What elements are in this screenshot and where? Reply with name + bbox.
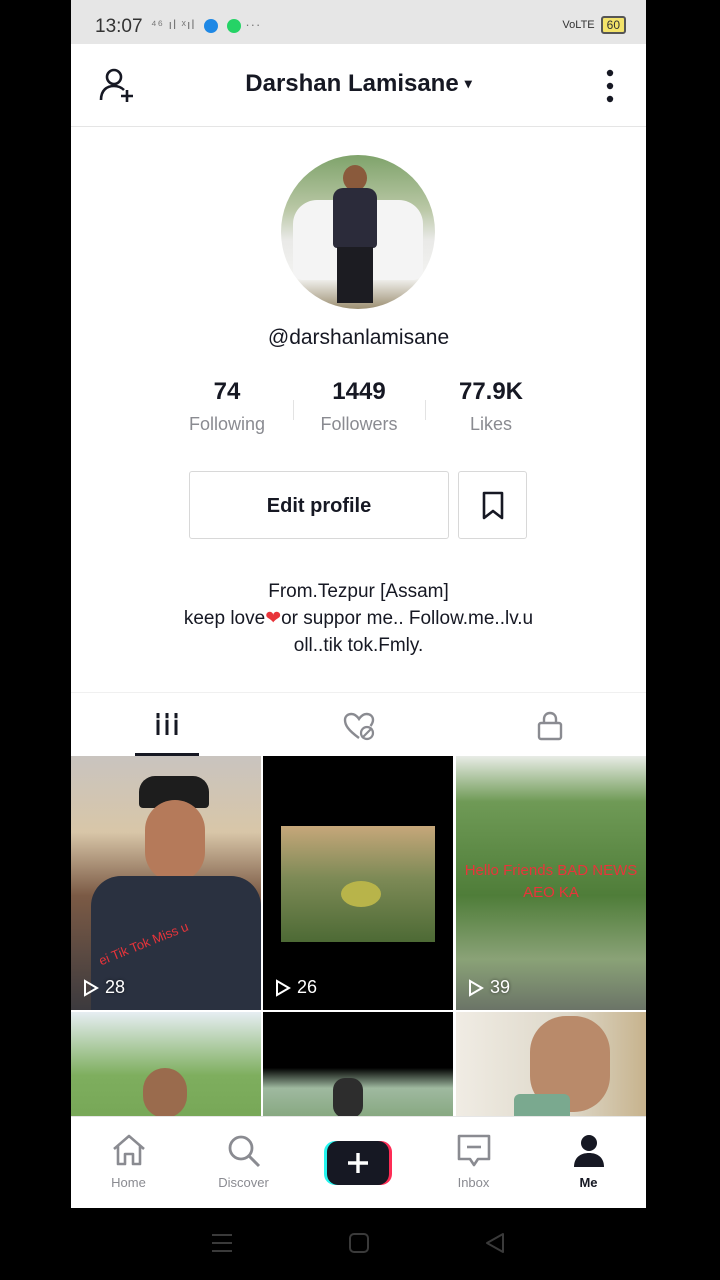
network-label: VoLTE xyxy=(562,19,595,31)
account-switcher[interactable]: Darshan Lamisane ▾ xyxy=(71,70,646,98)
view-count: 28 xyxy=(83,977,125,998)
battery-icon: 60 xyxy=(600,16,626,34)
stat-value: 77.9K xyxy=(458,378,524,405)
tab-liked[interactable] xyxy=(263,693,454,757)
nav-inbox[interactable]: Inbox xyxy=(416,1117,531,1208)
messenger-icon xyxy=(204,18,219,33)
avatar-legs xyxy=(337,247,373,303)
stat-label: Followers xyxy=(320,414,398,434)
heart-icon: ❤ xyxy=(265,608,282,629)
stat-label: Following xyxy=(188,414,266,434)
video-grid: ei Tik Tok Miss u 28 26 Hello Friends BA… xyxy=(71,756,646,1116)
lock-icon xyxy=(537,711,562,741)
profile-header: Darshan Lamisane ▾ xyxy=(71,44,646,127)
grid-icon xyxy=(154,713,179,735)
thumb-person xyxy=(333,1078,363,1116)
create-video-button[interactable] xyxy=(324,1141,392,1185)
play-icon xyxy=(276,978,291,997)
view-count: 39 xyxy=(468,977,510,998)
bio-line: oll..tik tok.Fmly. xyxy=(293,635,424,656)
view-count-text: 39 xyxy=(490,977,511,997)
thumb-bird-scene xyxy=(281,826,435,942)
back-icon[interactable] xyxy=(484,1232,506,1254)
play-icon xyxy=(469,978,484,997)
nav-label: Inbox xyxy=(457,1175,490,1190)
video-thumbnail[interactable] xyxy=(71,1012,261,1116)
nav-me[interactable]: Me xyxy=(531,1117,646,1208)
stat-followers[interactable]: 1449 Followers xyxy=(293,378,425,435)
tab-private[interactable] xyxy=(454,693,645,757)
thumb-face xyxy=(143,1068,187,1116)
edit-profile-button[interactable]: Edit profile xyxy=(189,471,449,539)
battery-level: 60 xyxy=(606,18,620,32)
status-right: VoLTE 60 xyxy=(562,16,626,34)
profile-icon xyxy=(573,1135,604,1167)
nav-label: Home xyxy=(111,1175,146,1190)
stat-value: 1449 xyxy=(332,378,386,405)
home-button-icon[interactable] xyxy=(348,1232,370,1254)
tab-videos[interactable] xyxy=(71,693,262,757)
whatsapp-icon xyxy=(226,18,241,33)
signal-text: ⁴⁶ ıl ˣıl xyxy=(151,17,196,32)
video-thumbnail[interactable]: Hello Friends BAD NEWS AEO KA 39 xyxy=(456,756,646,1010)
bottom-navigation: Home Discover Inbox Me xyxy=(71,1116,646,1208)
profile-stats: 74 Following 1449 Followers 77.9K Likes xyxy=(161,378,557,448)
video-thumbnail[interactable]: ei Tik Tok Miss u 28 xyxy=(71,756,261,1010)
inbox-icon xyxy=(457,1134,490,1167)
chevron-down-icon: ▾ xyxy=(464,75,472,91)
more-options-icon[interactable] xyxy=(602,68,618,104)
bio-text: keep love xyxy=(183,608,266,629)
video-caption: Hello Friends BAD NEWS AEO KA xyxy=(464,862,638,901)
profile-bio: From.Tezpur [Assam] keep love❤or suppor … xyxy=(71,578,646,659)
bio-line: From.Tezpur [Assam] xyxy=(268,581,449,602)
view-count-text: 26 xyxy=(297,977,318,997)
view-count: 26 xyxy=(275,977,317,998)
avatar[interactable] xyxy=(281,155,435,309)
menu-icon[interactable] xyxy=(210,1232,234,1254)
video-thumbnail[interactable] xyxy=(456,1012,646,1116)
username-handle: @darshanlamisane xyxy=(267,326,450,349)
heart-hidden-icon xyxy=(343,712,374,741)
stat-following[interactable]: 74 Following xyxy=(161,378,293,435)
nav-label: Me xyxy=(579,1175,598,1190)
home-icon xyxy=(112,1134,145,1166)
stat-value: 74 xyxy=(213,378,241,405)
phone-screen: 13:07 ⁴⁶ ıl ˣıl ··· VoLTE 60 Darshan Lam… xyxy=(71,0,646,1208)
status-bar: 13:07 ⁴⁶ ıl ˣıl ··· VoLTE 60 xyxy=(71,0,646,44)
bookmark-icon xyxy=(482,491,504,520)
content-tabs xyxy=(71,692,646,757)
more-notifications: ··· xyxy=(245,17,262,32)
thumb-phone xyxy=(514,1094,570,1116)
stat-label: Likes xyxy=(469,414,513,434)
video-thumbnail[interactable]: 26 xyxy=(263,756,453,1010)
signal-icon: ⁴⁶ ıl ˣıl ··· xyxy=(151,17,261,33)
search-icon xyxy=(228,1135,260,1168)
video-thumbnail[interactable] xyxy=(263,1012,453,1116)
favorites-button[interactable] xyxy=(458,471,527,539)
system-navigation-bar xyxy=(0,1208,720,1280)
status-time: 13:07 xyxy=(95,16,143,37)
bio-line: keep love❤or suppor me.. Follow.me..lv.u xyxy=(71,605,646,632)
bio-text: or suppor me.. Follow.me..lv.u xyxy=(281,608,534,629)
nav-home[interactable]: Home xyxy=(71,1117,186,1208)
avatar-body xyxy=(333,188,377,248)
profile-name: Darshan Lamisane xyxy=(245,70,459,97)
thumb-face xyxy=(145,800,205,882)
thumb-bird xyxy=(341,881,381,907)
play-icon xyxy=(84,978,99,997)
view-count-text: 28 xyxy=(105,977,126,997)
stat-likes[interactable]: 77.9K Likes xyxy=(425,378,557,435)
nav-label: Discover xyxy=(218,1175,269,1190)
nav-discover[interactable]: Discover xyxy=(186,1117,301,1208)
